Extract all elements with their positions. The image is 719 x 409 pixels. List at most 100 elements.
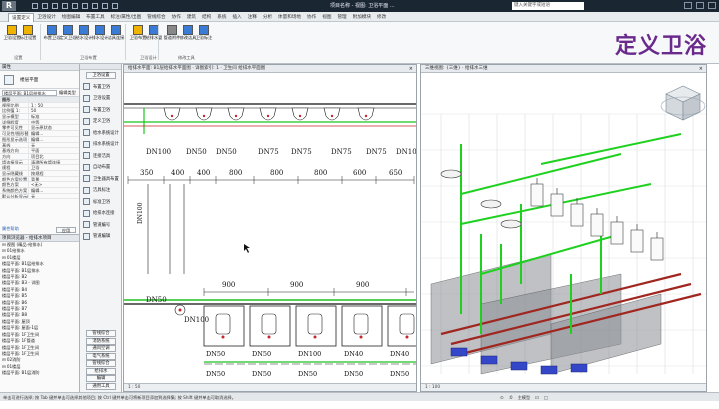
tool-item[interactable]: 连接洁具 bbox=[80, 150, 122, 162]
ribbon-button-6[interactable]: 洁具连接 bbox=[108, 25, 124, 40]
tool-item[interactable]: 管道编号 bbox=[80, 219, 122, 231]
property-value[interactable]: 中等 bbox=[28, 119, 79, 125]
tool-item[interactable]: 布置卫浴 bbox=[80, 104, 122, 116]
tool-item[interactable]: 给排水连接 bbox=[80, 208, 122, 220]
save-icon[interactable] bbox=[42, 3, 48, 9]
palette-settings-button[interactable]: 卫浴设置 bbox=[86, 72, 116, 79]
tool-item[interactable]: 管道编辑 bbox=[80, 231, 122, 243]
palette-button[interactable]: 编辑 bbox=[86, 375, 116, 382]
browser-item[interactable]: 楼层平面: B1层消防 bbox=[2, 370, 79, 376]
tab-17[interactable]: 附加模块 bbox=[350, 13, 374, 22]
search-input[interactable]: 键入关键字或短语 bbox=[512, 2, 584, 10]
tab-2[interactable]: 绘图编辑 bbox=[59, 13, 83, 22]
3d-view[interactable]: 三维视图: {三维} · 给排水三维 × 1 : 100 bbox=[420, 64, 707, 392]
tool-item[interactable]: 卫浴设置 bbox=[80, 93, 122, 105]
plan-view-title[interactable]: 给排水平面: B1层给排水平面图 · 详图索引: 1 · 卫生间 给排水平面图 bbox=[124, 65, 416, 73]
tab-0[interactable]: 设置定义 bbox=[8, 13, 35, 22]
property-row[interactable]: 默认分析显示样式无 bbox=[0, 193, 79, 200]
property-value[interactable]: 无 bbox=[28, 142, 79, 148]
tab-13[interactable]: 体量和场地 bbox=[275, 13, 304, 22]
close-icon[interactable] bbox=[708, 2, 716, 9]
property-value[interactable]: 项目北 bbox=[28, 153, 79, 159]
dimension-label: 900 bbox=[356, 281, 369, 289]
redo-icon[interactable] bbox=[62, 3, 68, 9]
maximize-icon[interactable] bbox=[696, 2, 704, 9]
property-value[interactable]: 1 : 50 bbox=[28, 102, 79, 108]
tab-9[interactable]: 系统 bbox=[214, 13, 229, 22]
tab-4[interactable]: 标注/属性/出图 bbox=[108, 13, 145, 22]
type-selector[interactable]: 楼层平面 bbox=[0, 71, 79, 89]
close-icon[interactable]: × bbox=[409, 66, 413, 72]
tab-1[interactable]: 卫浴设计 bbox=[34, 13, 58, 22]
tool-item[interactable]: 布置卫浴 bbox=[80, 81, 122, 93]
plan-view-controls[interactable]: 1 : 50 bbox=[124, 383, 416, 391]
section-icon[interactable] bbox=[112, 3, 118, 9]
property-value[interactable]: 清理所有墙连接 bbox=[28, 159, 79, 165]
property-value[interactable]: 显示原状态 bbox=[28, 125, 79, 131]
measure-icon[interactable] bbox=[82, 3, 88, 9]
view-cube[interactable] bbox=[660, 85, 706, 121]
instance-select[interactable]: 楼层平面: B1层给排水 bbox=[2, 89, 57, 96]
open-icon[interactable] bbox=[32, 3, 38, 9]
undo-icon[interactable] bbox=[52, 3, 58, 9]
ribbon-button-11[interactable]: 卫浴标注 bbox=[196, 25, 212, 40]
property-value[interactable]: 卫浴 bbox=[28, 165, 79, 170]
tool-item[interactable]: 洁具标注 bbox=[80, 185, 122, 197]
tab-14[interactable]: 协作 bbox=[304, 13, 319, 22]
drain-point bbox=[405, 335, 409, 339]
property-value[interactable]: 标准 bbox=[28, 114, 79, 119]
print-icon[interactable] bbox=[72, 3, 78, 9]
text-icon[interactable] bbox=[92, 3, 98, 9]
property-value[interactable]: 50 bbox=[28, 108, 79, 114]
tab-3[interactable]: 布置工具 bbox=[83, 13, 107, 22]
tool-item[interactable]: 卫生器具布置 bbox=[80, 173, 122, 185]
tab-5[interactable]: 管线综合 bbox=[144, 13, 168, 22]
app-logo[interactable]: R bbox=[2, 1, 16, 11]
tool-item[interactable]: 排水系统设计 bbox=[80, 139, 122, 151]
plan-drawing[interactable]: DN100 DN50 DN50 DN75 DN75 DN75 DN75 DN100 350 400… bbox=[124, 74, 416, 384]
palette-button[interactable]: 通风空调 bbox=[86, 345, 116, 352]
tool-item[interactable]: 标准卫浴 bbox=[80, 196, 122, 208]
properties-help-link[interactable]: 属性帮助 bbox=[2, 226, 19, 232]
palette-button[interactable]: 通用工具 bbox=[86, 382, 116, 390]
tool-item[interactable]: 自动布置 bbox=[80, 162, 122, 174]
3d-view-title[interactable]: 三维视图: {三维} · 给排水三维 bbox=[421, 65, 706, 73]
palette-button[interactable]: 给排水 bbox=[86, 367, 116, 375]
3d-view-controls[interactable]: 1 : 100 bbox=[421, 383, 706, 391]
property-value[interactable]: 编辑... bbox=[28, 136, 79, 142]
ribbon-button-1[interactable]: 标注设置 bbox=[20, 25, 36, 40]
tab-16[interactable]: 管理 bbox=[334, 13, 349, 22]
tool-item[interactable]: 给水系统设计 bbox=[80, 127, 122, 139]
minimize-icon[interactable] bbox=[684, 2, 692, 9]
property-value[interactable]: 平面 bbox=[28, 148, 79, 153]
property-value[interactable]: <无> bbox=[28, 182, 79, 187]
palette-button[interactable]: 管线综合 bbox=[86, 360, 116, 367]
3d-model-drawing[interactable] bbox=[421, 74, 706, 384]
palette-button[interactable]: 管线综合 bbox=[86, 330, 116, 337]
tab-6[interactable]: 协作 bbox=[169, 13, 184, 22]
tab-8[interactable]: 结构 bbox=[199, 13, 214, 22]
tab-7[interactable]: 建筑 bbox=[184, 13, 199, 22]
palette-button[interactable]: 电气系统 bbox=[86, 352, 116, 360]
tab-15[interactable]: 视图 bbox=[319, 13, 334, 22]
tab-18[interactable]: 修改 bbox=[374, 13, 389, 22]
pipe-size-label: DN50 bbox=[252, 370, 271, 378]
3d-view-icon[interactable] bbox=[102, 3, 108, 9]
apply-button[interactable]: 应用 bbox=[56, 227, 76, 233]
property-value[interactable]: 编辑... bbox=[28, 188, 79, 193]
property-value[interactable]: 背景 bbox=[28, 176, 79, 182]
property-value[interactable]: 按规程 bbox=[28, 170, 79, 176]
tool-item[interactable]: 定义卫浴 bbox=[80, 116, 122, 128]
property-value[interactable]: 编辑... bbox=[28, 131, 79, 136]
tool-label: 布置卫浴 bbox=[93, 107, 111, 113]
close-icon[interactable]: × bbox=[699, 66, 703, 72]
property-value[interactable]: 无 bbox=[28, 193, 79, 199]
property-key: 图形显示选项 bbox=[2, 136, 28, 142]
palette-button[interactable]: 消防系统 bbox=[86, 337, 116, 345]
ribbon-button-8[interactable]: 给排水管 bbox=[146, 25, 162, 40]
tab-10[interactable]: 插入 bbox=[229, 13, 244, 22]
plan-view[interactable]: 给排水平面: B1层给排水平面图 · 详图索引: 1 · 卫生间 给排水平面图 … bbox=[123, 64, 417, 392]
edit-type-button[interactable]: 编辑类型 bbox=[59, 90, 79, 96]
tab-12[interactable]: 分析 bbox=[260, 13, 275, 22]
tab-11[interactable]: 注释 bbox=[245, 13, 260, 22]
